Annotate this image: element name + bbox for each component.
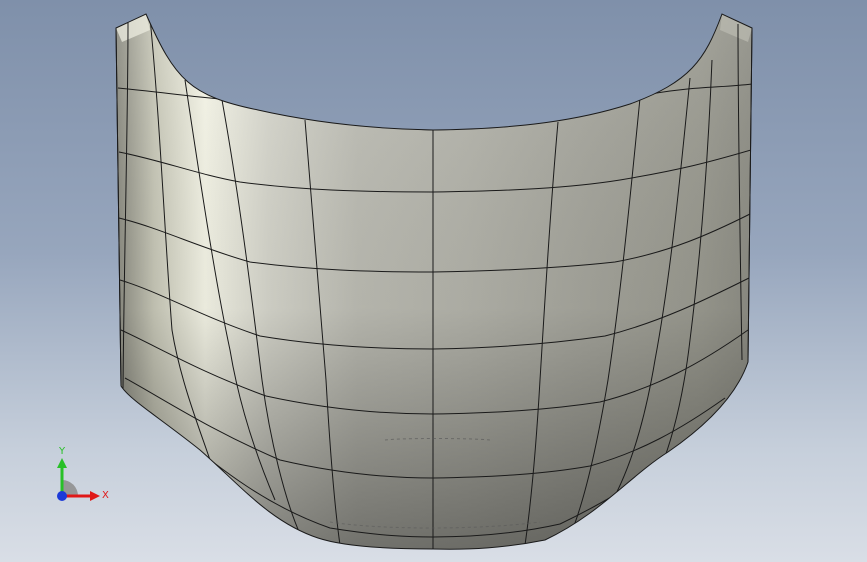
graphics-viewport[interactable]: Y X	[0, 0, 867, 562]
y-axis-label: Y	[58, 446, 66, 457]
surface-model[interactable]	[0, 0, 867, 562]
z-axis-dot	[57, 491, 67, 501]
x-axis-label: X	[102, 490, 109, 501]
axis-triad: Y X	[57, 446, 109, 501]
